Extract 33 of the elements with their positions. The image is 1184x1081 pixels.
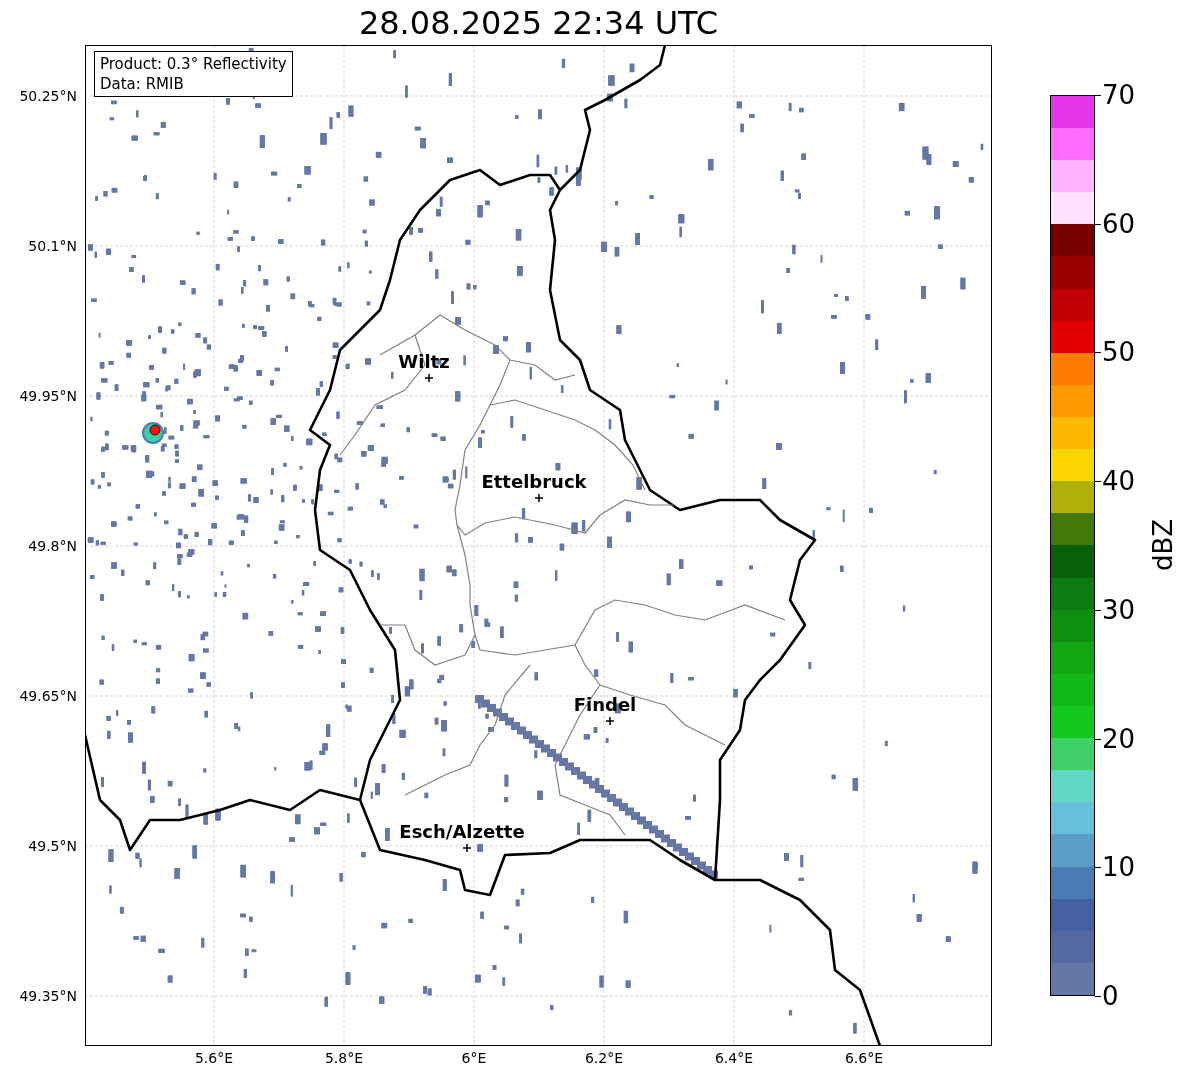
colorbar-tick-label: 50 bbox=[1102, 337, 1136, 368]
latitude-label: 49.5°N bbox=[28, 838, 77, 854]
colorbar-tick-label: 0 bbox=[1102, 981, 1119, 1011]
info-text: Product: 0.3° Reflectivity bbox=[100, 54, 287, 74]
info-text: Data: RMIB bbox=[100, 74, 185, 94]
city-marker bbox=[462, 843, 472, 853]
city-marker bbox=[605, 716, 615, 726]
longitude-label: 6.4°E bbox=[714, 1050, 754, 1066]
longitude-label: 6°E bbox=[461, 1050, 487, 1066]
latitude-label: 50.1°N bbox=[28, 238, 77, 254]
latitude-label: 50.25°N bbox=[19, 88, 77, 104]
colorbar-tick-label: 10 bbox=[1102, 852, 1136, 883]
city-label: Esch/Alzette bbox=[399, 821, 525, 842]
colorbar-label: dBZ bbox=[1148, 518, 1179, 572]
longitude-label: 6.2°E bbox=[584, 1050, 624, 1066]
colorbar-tick-label: 20 bbox=[1102, 723, 1136, 754]
longitude-label: 5.8°E bbox=[324, 1050, 364, 1066]
colorbar-tick-label: 70 bbox=[1102, 80, 1136, 110]
latitude-label: 49.8°N bbox=[28, 538, 77, 554]
chart-title: 28.08.2025 22:34 UTC bbox=[358, 3, 719, 43]
latitude-label: 49.95°N bbox=[19, 388, 77, 404]
colorbar-tick-label: 60 bbox=[1102, 208, 1136, 239]
longitude-label: 5.6°E bbox=[194, 1050, 234, 1066]
latitude-label: 49.65°N bbox=[19, 688, 77, 704]
city-marker bbox=[534, 493, 544, 503]
city-label: Wiltz bbox=[398, 351, 450, 372]
city-label: Findel bbox=[573, 694, 637, 715]
latitude-label: 49.35°N bbox=[19, 988, 77, 1004]
city-label: Ettelbruck bbox=[481, 471, 587, 492]
city-marker bbox=[424, 373, 434, 383]
colorbar-tick-label: 40 bbox=[1102, 466, 1136, 497]
longitude-label: 6.6°E bbox=[844, 1050, 884, 1066]
colorbar-tick-label: 30 bbox=[1102, 594, 1136, 625]
